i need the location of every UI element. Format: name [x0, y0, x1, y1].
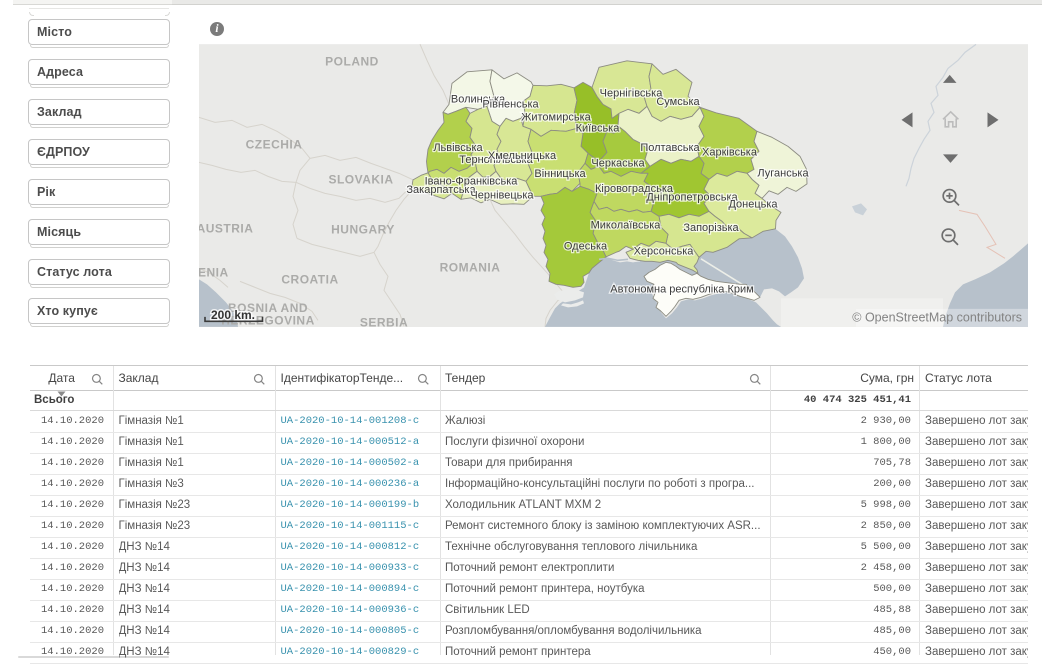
- svg-text:Чернігівська: Чернігівська: [600, 87, 664, 99]
- svg-text:Автономна республіка Крим: Автономна республіка Крим: [610, 283, 753, 295]
- svg-text:Херсонська: Херсонська: [634, 245, 695, 257]
- svg-text:CROATIA: CROATIA: [281, 272, 338, 286]
- svg-text:CZECHIA: CZECHIA: [246, 137, 303, 151]
- svg-text:ROMANIA: ROMANIA: [440, 260, 501, 274]
- svg-text:Закарпатська: Закарпатська: [406, 184, 476, 196]
- svg-text:Миколаївська: Миколаївська: [591, 219, 662, 231]
- svg-text:Запорізька: Запорізька: [683, 222, 739, 234]
- svg-text:Хмельницька: Хмельницька: [488, 150, 557, 162]
- svg-text:SLOVAKIA: SLOVAKIA: [328, 172, 393, 186]
- svg-text:POLAND: POLAND: [325, 54, 379, 68]
- svg-text:Вінницька: Вінницька: [534, 168, 586, 180]
- svg-text:Полтавська: Полтавська: [640, 142, 700, 154]
- svg-text:Рівненська: Рівненська: [482, 98, 539, 110]
- svg-text:Харківська: Харківська: [702, 146, 758, 158]
- svg-text:Київська: Київська: [576, 122, 621, 134]
- svg-text:Дніпропетровська: Дніпропетровська: [646, 191, 738, 203]
- svg-text:SLOVENIA: SLOVENIA: [199, 265, 229, 279]
- svg-text:© OpenStreetMap contributors: © OpenStreetMap contributors: [852, 310, 1022, 324]
- svg-text:Луганська: Луганська: [757, 167, 809, 179]
- svg-text:Черкаська: Черкаська: [591, 157, 645, 169]
- svg-text:200 km.: 200 km.: [211, 308, 255, 322]
- svg-text:SERBIA: SERBIA: [360, 315, 408, 327]
- svg-text:Сумська: Сумська: [656, 96, 700, 108]
- svg-text:Львівська: Львівська: [433, 142, 483, 154]
- svg-text:AUSTRIA: AUSTRIA: [199, 221, 253, 235]
- svg-text:HUNGARY: HUNGARY: [331, 222, 395, 236]
- svg-text:Чернівецька: Чернівецька: [470, 189, 534, 201]
- svg-text:Донецька: Донецька: [728, 198, 778, 210]
- svg-text:Одеська: Одеська: [564, 240, 608, 252]
